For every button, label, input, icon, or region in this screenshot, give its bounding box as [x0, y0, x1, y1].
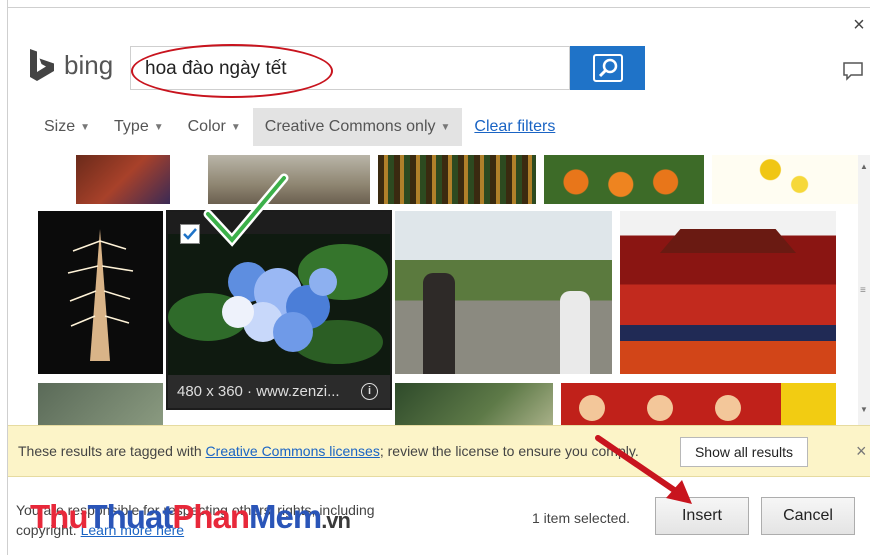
stage-water: [620, 341, 836, 374]
search-box[interactable]: [130, 46, 570, 90]
insert-button[interactable]: Insert: [655, 497, 749, 535]
bing-logo: bing: [28, 46, 113, 84]
image-result[interactable]: [378, 155, 536, 204]
scroll-up-icon[interactable]: ▲: [860, 162, 868, 171]
filter-license-label: Creative Commons only: [264, 118, 436, 135]
image-result[interactable]: [208, 155, 370, 204]
license-notice-text: These results are tagged with Creative C…: [18, 443, 639, 459]
filter-size-label: Size: [44, 118, 76, 135]
show-all-results-button[interactable]: Show all results: [680, 437, 808, 467]
legal-line-2: copyright. Learn more here: [16, 520, 426, 540]
image-results-grid: [8, 155, 858, 425]
filter-color-label: Color: [187, 118, 226, 135]
search-icon: [592, 54, 623, 82]
image-result[interactable]: [395, 211, 612, 374]
filter-bar: Size ▼ Type ▼ Color ▼ Creative Commons o…: [32, 108, 567, 146]
info-icon[interactable]: i: [361, 383, 378, 400]
selection-status: 1 item selected.: [532, 510, 631, 526]
license-notice: These results are tagged with Creative C…: [8, 425, 870, 477]
comment-icon[interactable]: [842, 60, 864, 82]
image-result[interactable]: [395, 383, 553, 425]
cancel-button[interactable]: Cancel: [761, 497, 855, 535]
filter-license[interactable]: Creative Commons only ▼: [252, 108, 463, 146]
notice-text-after: ; review the license to ensure you compl…: [379, 443, 639, 459]
chevron-down-icon: ▼: [440, 121, 451, 133]
image-result[interactable]: [544, 155, 704, 204]
dialog-left-border: [0, 0, 8, 555]
legal-line-1: You are responsible for respecting other…: [16, 502, 375, 518]
image-result[interactable]: [620, 211, 836, 374]
image-caption: 480 x 360 · www.zenzi... i: [168, 375, 390, 408]
close-notice-icon[interactable]: ×: [856, 441, 867, 462]
scroll-grip-icon[interactable]: ≡: [860, 285, 870, 305]
filter-type[interactable]: Type ▼: [102, 108, 176, 146]
search-input[interactable]: [145, 55, 545, 83]
image-result[interactable]: [76, 155, 170, 204]
chevron-down-icon: ▼: [153, 121, 164, 133]
image-caption-text: 480 x 360 · www.zenzi...: [177, 383, 340, 400]
sticker-face: [579, 395, 605, 421]
blue-flowers-image: [168, 212, 390, 375]
image-result[interactable]: [38, 211, 163, 374]
notice-text-before: These results are tagged with: [18, 443, 206, 459]
search-button[interactable]: [570, 46, 645, 90]
dialog-top-border: [0, 0, 870, 8]
chevron-down-icon: ▼: [80, 121, 91, 133]
filter-size[interactable]: Size ▼: [32, 108, 102, 146]
bing-logo-icon: [30, 49, 54, 81]
image-result[interactable]: [561, 383, 836, 425]
tower-fireworks-image: [67, 229, 134, 361]
scroll-down-icon[interactable]: ▼: [860, 405, 868, 414]
person-figure: [560, 291, 590, 374]
legal-text: You are responsible for respecting other…: [16, 500, 426, 540]
legal-line-2-prefix: copyright.: [16, 522, 81, 538]
checkmark-icon: [183, 228, 197, 240]
filter-color[interactable]: Color ▼: [176, 108, 253, 146]
stage-roof: [660, 229, 796, 253]
image-result[interactable]: [712, 155, 858, 204]
selection-checkbox[interactable]: [180, 224, 200, 244]
learn-more-link[interactable]: Learn more here: [81, 522, 185, 538]
sticker-face: [647, 395, 673, 421]
close-dialog-icon[interactable]: ×: [848, 14, 870, 36]
creative-commons-link[interactable]: Creative Commons licenses: [206, 443, 380, 459]
chevron-down-icon: ▼: [230, 121, 241, 133]
image-result[interactable]: [38, 383, 163, 425]
sticker-face: [715, 395, 741, 421]
filter-type-label: Type: [114, 118, 149, 135]
person-figure: [423, 273, 455, 374]
clear-filters-link[interactable]: Clear filters: [462, 118, 567, 136]
bing-brand-text: bing: [64, 49, 114, 80]
selected-image-result[interactable]: 480 x 360 · www.zenzi... i: [166, 210, 392, 410]
